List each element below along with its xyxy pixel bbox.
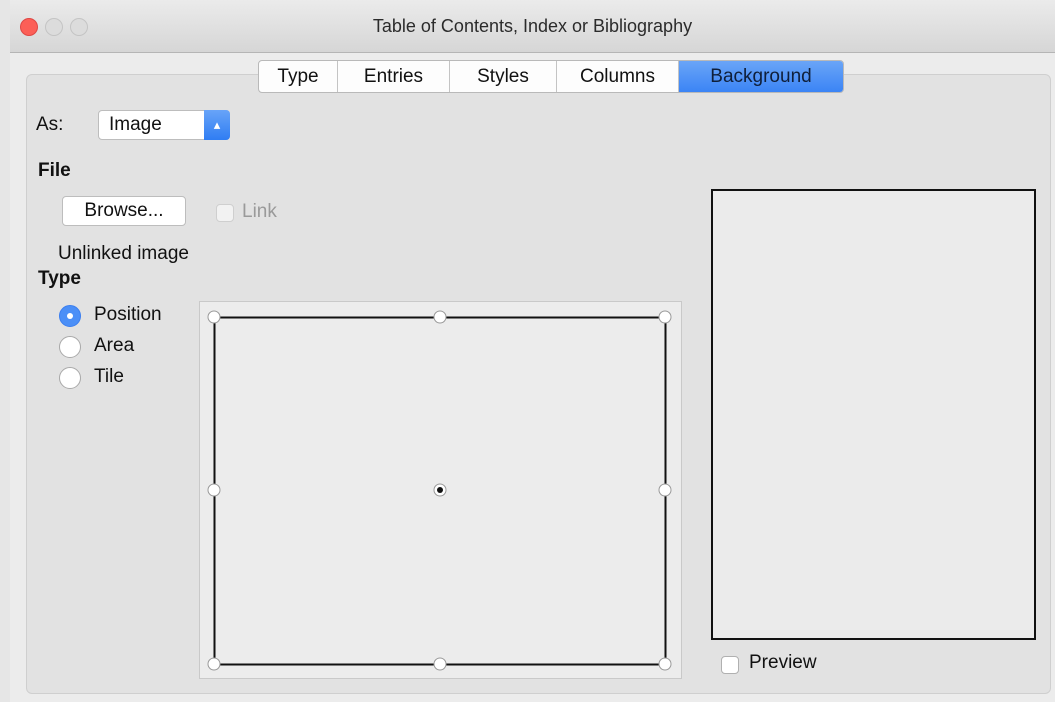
type-heading: Type [38, 268, 81, 289]
browse-button[interactable]: Browse... [62, 196, 186, 226]
link-checkbox[interactable] [216, 204, 234, 222]
position-bottom-right[interactable] [658, 657, 672, 671]
tab-entries[interactable]: Entries [338, 61, 450, 92]
window-title: Table of Contents, Index or Bibliography [372, 16, 693, 36]
preview-area [711, 189, 1036, 640]
preview-checkbox[interactable] [721, 656, 739, 674]
position-top-center[interactable] [433, 310, 447, 324]
position-top-left[interactable] [207, 310, 221, 324]
tab-background[interactable]: Background [679, 61, 843, 92]
link-label: Link [242, 201, 277, 222]
tab-styles[interactable]: Styles [450, 61, 557, 92]
dialog-window: Table of Contents, Index or Bibliography… [10, 0, 1055, 702]
tab-type[interactable]: Type [259, 61, 338, 92]
radio-area-label: Area [94, 335, 135, 356]
position-bottom-center[interactable] [433, 657, 447, 671]
radio-position[interactable] [59, 305, 81, 327]
as-label: As: [36, 114, 64, 135]
radio-tile[interactable] [59, 367, 81, 389]
preview-label: Preview [749, 652, 817, 673]
file-heading: File [38, 160, 71, 181]
position-middle-right[interactable] [658, 483, 672, 497]
position-top-right[interactable] [658, 310, 672, 324]
radio-position-label: Position [94, 304, 162, 325]
radio-area[interactable] [59, 336, 81, 358]
position-grid-graphic [207, 310, 672, 671]
position-center-dot [437, 487, 443, 493]
radio-tile-label: Tile [94, 366, 124, 387]
position-middle-left[interactable] [207, 483, 221, 497]
as-select-value: Image [109, 114, 162, 135]
image-status-text: Unlinked image [58, 243, 189, 264]
tab-columns[interactable]: Columns [557, 61, 679, 92]
title-bar: Table of Contents, Index or Bibliography [10, 0, 1055, 53]
position-bottom-left[interactable] [207, 657, 221, 671]
tab-bar: Type Entries Styles Columns Background [258, 60, 844, 93]
as-select[interactable]: Image ▴ [98, 110, 230, 140]
position-selector[interactable] [199, 301, 682, 679]
updown-chevron-icon: ▴ [204, 110, 230, 140]
